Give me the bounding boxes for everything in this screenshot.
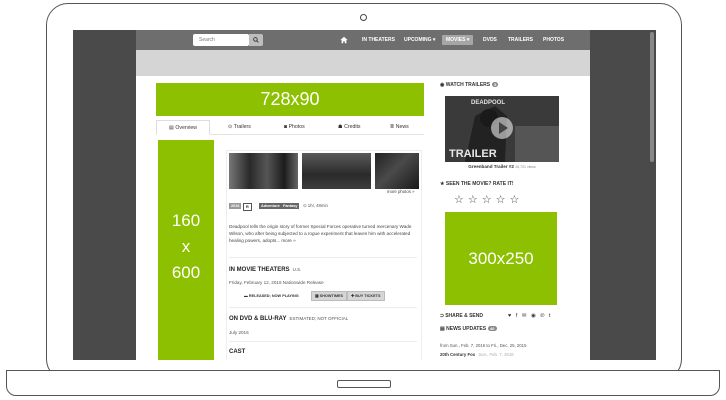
movie-photo[interactable]	[375, 153, 419, 189]
genre-badge[interactable]: Adventure	[259, 203, 282, 209]
trailer-caption[interactable]: Greenband Trailer #2 26,701 views	[445, 164, 559, 169]
tab-news[interactable]: ≣ News	[390, 120, 409, 134]
top-navbar: Search IN THEATERS UPCOMING ▾ MOVIES ▾ D…	[136, 30, 590, 50]
movie-photo[interactable]	[302, 153, 371, 189]
dvd-heading: ON DVD & BLU-RAY ESTIMATED; NOT OFFICIAL	[229, 316, 349, 322]
search-icon	[253, 37, 259, 43]
header-band	[136, 50, 590, 76]
scrollbar[interactable]	[650, 32, 654, 162]
movie-description: Deadpool tells the origin story of forme…	[229, 224, 412, 244]
laptop-screen: Search IN THEATERS UPCOMING ▾ MOVIES ▾ D…	[73, 30, 656, 360]
nav-trailers[interactable]: TRAILERS	[508, 30, 533, 50]
skyscraper-ad[interactable]: 160 x 600	[158, 140, 214, 360]
nav-upcoming[interactable]: UPCOMING ▾	[404, 30, 435, 50]
divider	[229, 257, 417, 258]
year-badge: 2016	[229, 203, 242, 209]
skyscraper-width: 160	[171, 211, 201, 230]
movie-tabs: ▤ Overview ⊙ Trailers ◙ Photos ☗ Credits…	[156, 120, 424, 135]
cast-heading: CAST	[229, 349, 246, 355]
laptop-camera	[360, 14, 367, 21]
watch-trailers-heading: ◉ WATCH TRAILERS 5	[440, 82, 499, 88]
buy-tickets-button[interactable]: ✚ BUY TICKETS	[347, 291, 385, 301]
news-date-range: from Sun., Feb. 7, 2016 to Fri., Dec. 25…	[440, 343, 527, 348]
tab-photos[interactable]: ◙ Photos	[284, 120, 305, 134]
overview-content: more photos » 2016 R Adventure Fantasy ⊙…	[226, 150, 422, 360]
nav-movies[interactable]: MOVIES ▾	[442, 35, 474, 45]
genre-badge[interactable]: Fantasy	[281, 203, 300, 209]
skyscraper-x: x	[181, 237, 191, 256]
showtimes-button[interactable]: ▦ SHOWTIMES	[311, 291, 348, 301]
tab-credits[interactable]: ☗ Credits	[338, 120, 361, 134]
news-count-badge: 40	[488, 326, 497, 331]
movie-photo[interactable]	[229, 153, 298, 189]
tab-trailers[interactable]: ⊙ Trailers	[228, 120, 251, 134]
search-button[interactable]	[249, 34, 263, 46]
theaters-release-date: Friday, February 12, 2016 Nationwide Rel…	[229, 280, 324, 285]
news-source: 20th Century Fox	[440, 352, 476, 357]
search-input[interactable]: Search	[193, 34, 249, 46]
divider	[229, 307, 417, 308]
more-photos-link[interactable]: more photos »	[387, 189, 414, 194]
nav-in-theaters[interactable]: IN THEATERS	[362, 30, 395, 50]
news-date: Sun., Feb. 7, 2016	[478, 352, 514, 357]
nav-photos[interactable]: PHOTOS	[543, 30, 564, 50]
trailer-count-badge: 5	[492, 82, 499, 87]
nav-dvds[interactable]: DVDS	[483, 30, 497, 50]
medium-rectangle-ad[interactable]: 300x250	[445, 212, 557, 305]
trailer-title-logo: DEADPOOL	[471, 100, 506, 106]
theaters-heading: IN MOVIE THEATERS U.S.	[229, 267, 302, 273]
dvd-release-date: July 2016	[229, 330, 249, 335]
news-heading: ▤ NEWS UPDATES 40	[440, 326, 497, 332]
now-playing-label: ▬ RELEASED; NOW PLAYING	[244, 294, 299, 298]
rating-stars[interactable]: ☆☆☆☆☆	[454, 193, 523, 206]
skyscraper-height: 600	[171, 263, 201, 282]
trailer-overlay-text: TRAILER	[449, 148, 497, 160]
trailer-views: 26,701 views	[515, 165, 536, 169]
rating-badge: R	[243, 203, 252, 211]
web-page: Search IN THEATERS UPCOMING ▾ MOVIES ▾ D…	[136, 30, 590, 360]
runtime: ⊙ 1hr, 48min	[303, 203, 328, 208]
tab-overview[interactable]: ▤ Overview	[156, 120, 210, 135]
laptop-notch	[337, 380, 391, 388]
share-icons[interactable]: ♥ f ✉ ◉ ℗ t	[508, 313, 552, 319]
leaderboard-ad[interactable]: 728x90	[156, 83, 424, 116]
rate-heading: ★ SEEN THE MOVIE? RATE IT!	[440, 181, 514, 187]
divider	[229, 341, 417, 342]
trailer-thumbnail[interactable]: DEADPOOL TRAILER	[445, 96, 559, 162]
home-icon[interactable]	[340, 36, 348, 44]
news-item[interactable]: 20th Century Fox Sun., Feb. 7, 2016	[440, 352, 514, 357]
